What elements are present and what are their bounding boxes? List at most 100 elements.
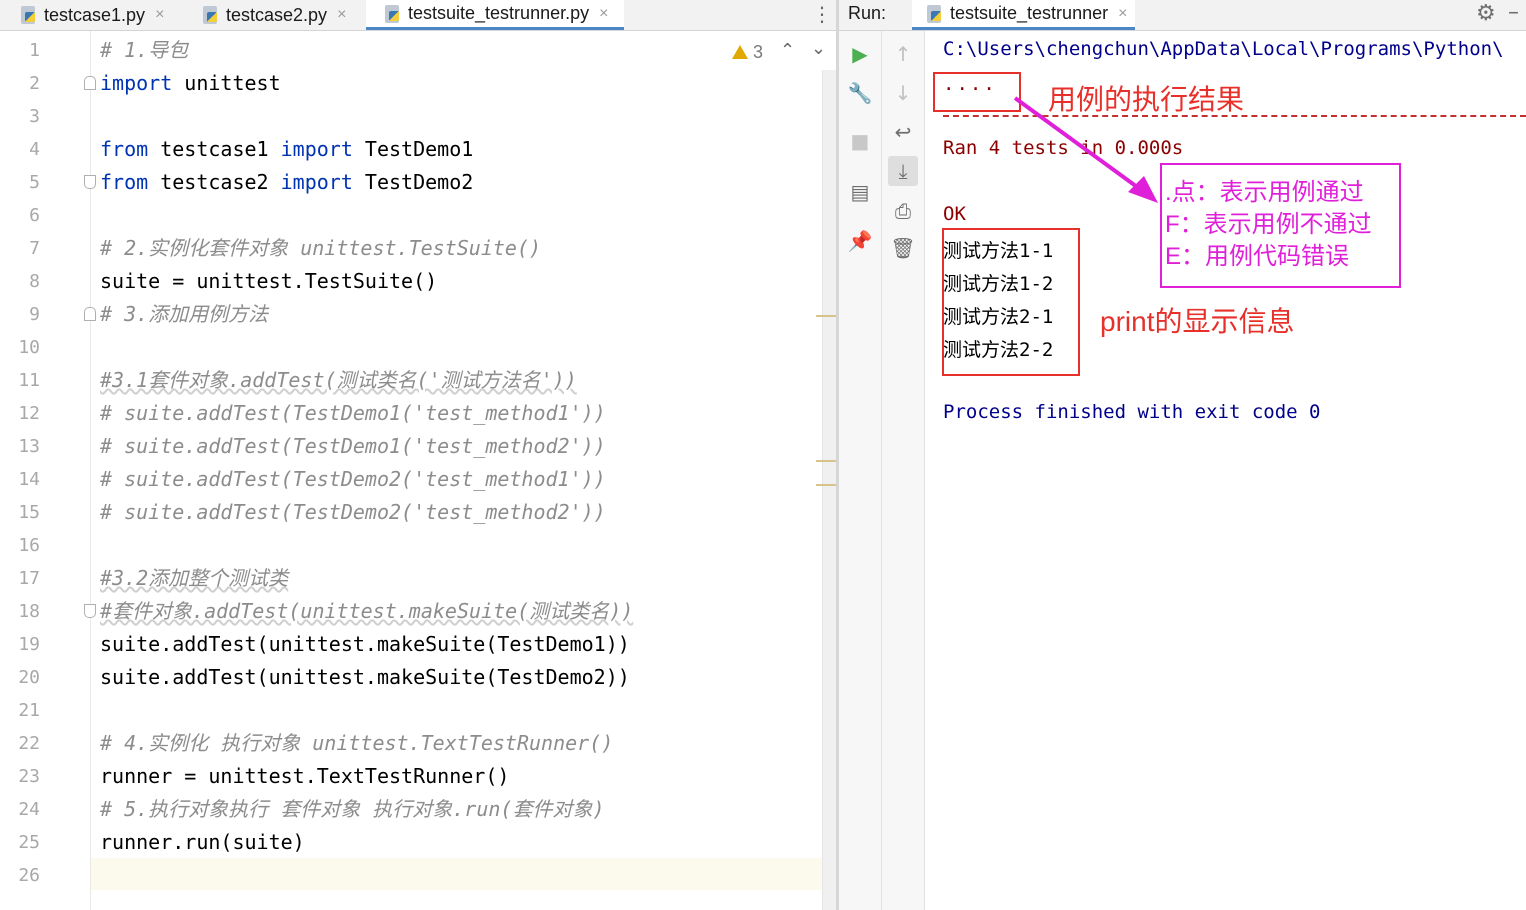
code-line-18[interactable]: #套件对象.addTest(unittest.makeSuite(测试类名)) — [100, 598, 633, 624]
print-icon[interactable]: ⎙ — [888, 196, 918, 226]
scroll-marker — [816, 315, 836, 317]
close-icon[interactable]: × — [337, 6, 346, 24]
code-line-4[interactable]: from testcase1 import TestDemo1 — [100, 136, 473, 162]
line-number: 3 — [29, 106, 40, 127]
line-number: 20 — [18, 667, 40, 688]
code-line-19[interactable]: suite.addTest(unittest.makeSuite(TestDem… — [100, 631, 630, 657]
layout-icon[interactable]: ▤ — [845, 177, 875, 207]
line-number: 5 — [29, 172, 40, 193]
tab-menu-icon[interactable]: ⋮ — [812, 2, 832, 26]
line-number: 26 — [18, 865, 40, 886]
minimize-icon[interactable]: – — [1508, 0, 1519, 25]
print-annotation: print的显示信息 — [1100, 306, 1295, 337]
line-number: 14 — [18, 469, 40, 490]
wrench-icon[interactable]: 🔧 — [845, 78, 875, 108]
line-number: 11 — [18, 370, 40, 391]
code-line-9[interactable]: # 3.添加用例方法 — [100, 301, 268, 327]
print-highlight-box — [942, 228, 1080, 376]
line-number: 6 — [29, 205, 40, 226]
run-toolbar-secondary: ↑ ↓ ↩ ⤓ ⎙ 🗑 — [882, 31, 925, 910]
editor-tab-bar: testcase1.py × testcase2.py × testsuite_… — [0, 0, 836, 31]
code-line-8[interactable]: suite = unittest.TestSuite() — [100, 268, 437, 294]
code-line-25[interactable]: runner.run(suite) — [100, 829, 305, 855]
warning-count: 3 — [753, 42, 764, 62]
line-number: 2 — [29, 73, 40, 94]
gear-icon[interactable]: ⚙ — [1476, 1, 1496, 26]
tab-testcase1[interactable]: testcase1.py × — [18, 0, 164, 30]
line-number: 7 — [29, 238, 40, 259]
fold-marker-icon[interactable] — [84, 604, 96, 618]
close-icon[interactable]: × — [1118, 5, 1127, 23]
code-line-17[interactable]: #3.2添加整个测试类 — [100, 565, 288, 591]
code-line-15[interactable]: # suite.addTest(TestDemo2('test_method2'… — [100, 499, 606, 525]
python-file-icon — [18, 5, 38, 25]
run-tab-label: testsuite_testrunner — [950, 3, 1109, 23]
pin-icon[interactable]: 📌 — [845, 226, 875, 256]
tab-label: testsuite_testrunner.py — [408, 3, 590, 23]
line-number: 12 — [18, 403, 40, 424]
soft-wrap-icon[interactable]: ↩ — [888, 117, 918, 147]
chevron-down-icon[interactable]: ⌄ — [811, 38, 826, 59]
line-number: 16 — [18, 535, 40, 556]
line-number: 24 — [18, 799, 40, 820]
close-icon[interactable]: × — [155, 6, 164, 24]
tab-testcase2[interactable]: testcase2.py × — [200, 0, 346, 30]
code-line-1[interactable]: # 1.导包 — [100, 37, 188, 63]
tab-testsuite-testrunner[interactable]: testsuite_testrunner.py × — [366, 0, 625, 30]
line-number: 18 — [18, 601, 40, 622]
run-tab[interactable]: testsuite_testrunner × — [912, 0, 1136, 30]
line-number: 4 — [29, 139, 40, 160]
console-path-line: C:\Users\chengchun\AppData\Local\Program… — [943, 38, 1504, 60]
python-file-icon — [200, 5, 220, 25]
python-file-icon — [382, 4, 402, 24]
close-icon[interactable]: × — [599, 5, 608, 23]
line-number: 22 — [18, 733, 40, 754]
line-number: 19 — [18, 634, 40, 655]
legend-line: E：用例代码错误 — [1165, 243, 1350, 270]
rerun-icon[interactable]: ▶ — [845, 39, 875, 69]
fold-marker-icon[interactable] — [84, 175, 96, 189]
line-number: 17 — [18, 568, 40, 589]
code-line-20[interactable]: suite.addTest(unittest.makeSuite(TestDem… — [100, 664, 630, 690]
warning-icon — [732, 45, 748, 59]
line-number: 8 — [29, 271, 40, 292]
line-number: 9 — [29, 304, 40, 325]
line-number: 13 — [18, 436, 40, 457]
console-ok: OK — [943, 203, 966, 225]
run-label: Run: — [848, 3, 887, 23]
scroll-marker — [816, 484, 836, 486]
legend-line: .点：表示用例通过 — [1165, 179, 1364, 206]
current-line-highlight — [91, 858, 836, 890]
fold-marker-icon[interactable] — [84, 76, 96, 90]
stop-icon[interactable]: ■ — [845, 126, 875, 156]
line-number: 21 — [18, 700, 40, 721]
code-line-12[interactable]: # suite.addTest(TestDemo1('test_method1'… — [100, 400, 606, 426]
inspection-widget[interactable]: 3 — [732, 42, 763, 63]
dots-highlight-box — [933, 72, 1021, 112]
code-line-14[interactable]: # suite.addTest(TestDemo2('test_method1'… — [100, 466, 606, 492]
scroll-to-end-icon[interactable]: ⤓ — [888, 156, 918, 186]
arrow-up-icon[interactable]: ↑ — [888, 39, 918, 69]
chevron-up-icon[interactable]: ⌃ — [780, 40, 795, 61]
line-number: 1 — [29, 40, 40, 61]
scroll-marker — [816, 460, 836, 462]
line-number: 25 — [18, 832, 40, 853]
code-line-22[interactable]: # 4.实例化 执行对象 unittest.TextTestRunner() — [100, 730, 613, 756]
code-line-7[interactable]: # 2.实例化套件对象 unittest.TestSuite() — [100, 235, 541, 261]
code-line-11[interactable]: #3.1套件对象.addTest(测试类名('测试方法名')) — [100, 367, 577, 393]
run-toolbar-primary: ▶ 🔧 ■ ▤ 📌 — [839, 31, 882, 910]
code-line-24[interactable]: # 5.执行对象执行 套件对象 执行对象.run(套件对象) — [100, 796, 605, 822]
tab-label: testcase1.py — [44, 4, 146, 25]
editor-scrollbar[interactable] — [822, 70, 837, 910]
fold-marker-icon[interactable] — [84, 307, 96, 321]
trash-icon[interactable]: 🗑 — [888, 233, 918, 263]
console-process-finished: Process finished with exit code 0 — [943, 401, 1321, 423]
code-line-5[interactable]: from testcase2 import TestDemo2 — [100, 169, 473, 195]
tab-label: testcase2.py — [226, 4, 328, 25]
arrow-down-icon[interactable]: ↓ — [888, 78, 918, 108]
line-number: 15 — [18, 502, 40, 523]
code-line-23[interactable]: runner = unittest.TextTestRunner() — [100, 763, 509, 789]
code-line-2[interactable]: import unittest — [100, 70, 281, 96]
console-ran-line: Ran 4 tests in 0.000s — [943, 137, 1184, 159]
code-line-13[interactable]: # suite.addTest(TestDemo1('test_method2'… — [100, 433, 606, 459]
